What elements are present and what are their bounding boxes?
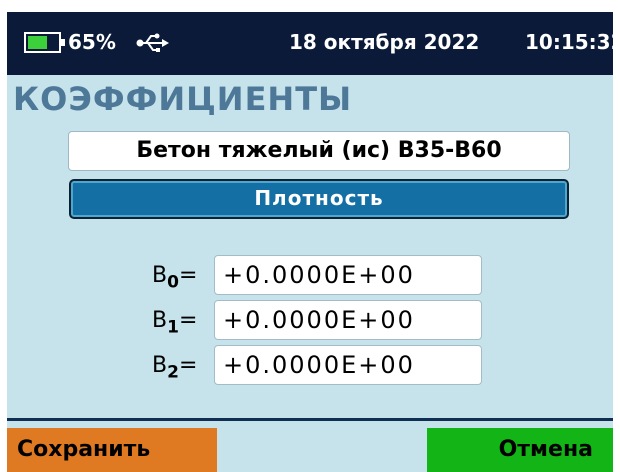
coefficient-label: B2= xyxy=(152,353,197,382)
coefficient-input-b0[interactable]: +0.0000E+00 xyxy=(214,255,482,295)
battery-percent: 65% xyxy=(68,30,116,54)
coefficient-index: 1 xyxy=(167,317,179,338)
status-date: 18 октября 2022 xyxy=(289,30,480,54)
equals-sign: = xyxy=(178,308,198,333)
cancel-button[interactable]: Отмена xyxy=(427,428,613,472)
device-screen: 65% 18 октября 2022 10:15:32 КОЭФФИЦИЕНТ… xyxy=(7,12,613,472)
page-title: КОЭФФИЦИЕНТЫ xyxy=(13,80,353,118)
equals-sign: = xyxy=(178,353,198,378)
coefficient-symbol: B xyxy=(152,308,168,333)
coefficient-row-b0: B0= +0.0000E+00 xyxy=(7,255,613,299)
coefficient-row-b2: B2= +0.0000E+00 xyxy=(7,345,613,389)
material-selector[interactable]: Бетон тяжелый (ис) В35-В60 xyxy=(68,131,570,171)
coefficient-symbol: B xyxy=(152,353,168,378)
coefficient-index: 0 xyxy=(167,272,179,293)
coefficient-index: 2 xyxy=(167,362,179,383)
status-bar: 65% 18 октября 2022 10:15:32 xyxy=(7,12,613,75)
battery-icon xyxy=(24,32,65,53)
battery-level-fill xyxy=(28,36,47,49)
coefficient-label: B1= xyxy=(152,308,197,337)
coefficient-symbol: B xyxy=(152,263,168,288)
divider xyxy=(7,418,613,421)
equals-sign: = xyxy=(178,263,198,288)
mode-button[interactable]: Плотность xyxy=(69,179,569,219)
usb-icon xyxy=(136,33,169,52)
save-button[interactable]: Сохранить xyxy=(7,428,217,472)
coefficient-label: B0= xyxy=(152,263,197,292)
coefficient-input-b2[interactable]: +0.0000E+00 xyxy=(214,345,482,385)
coefficient-row-b1: B1= +0.0000E+00 xyxy=(7,300,613,344)
battery-tip xyxy=(61,39,65,46)
coefficient-input-b1[interactable]: +0.0000E+00 xyxy=(214,300,482,340)
status-time: 10:15:32 xyxy=(525,30,613,54)
